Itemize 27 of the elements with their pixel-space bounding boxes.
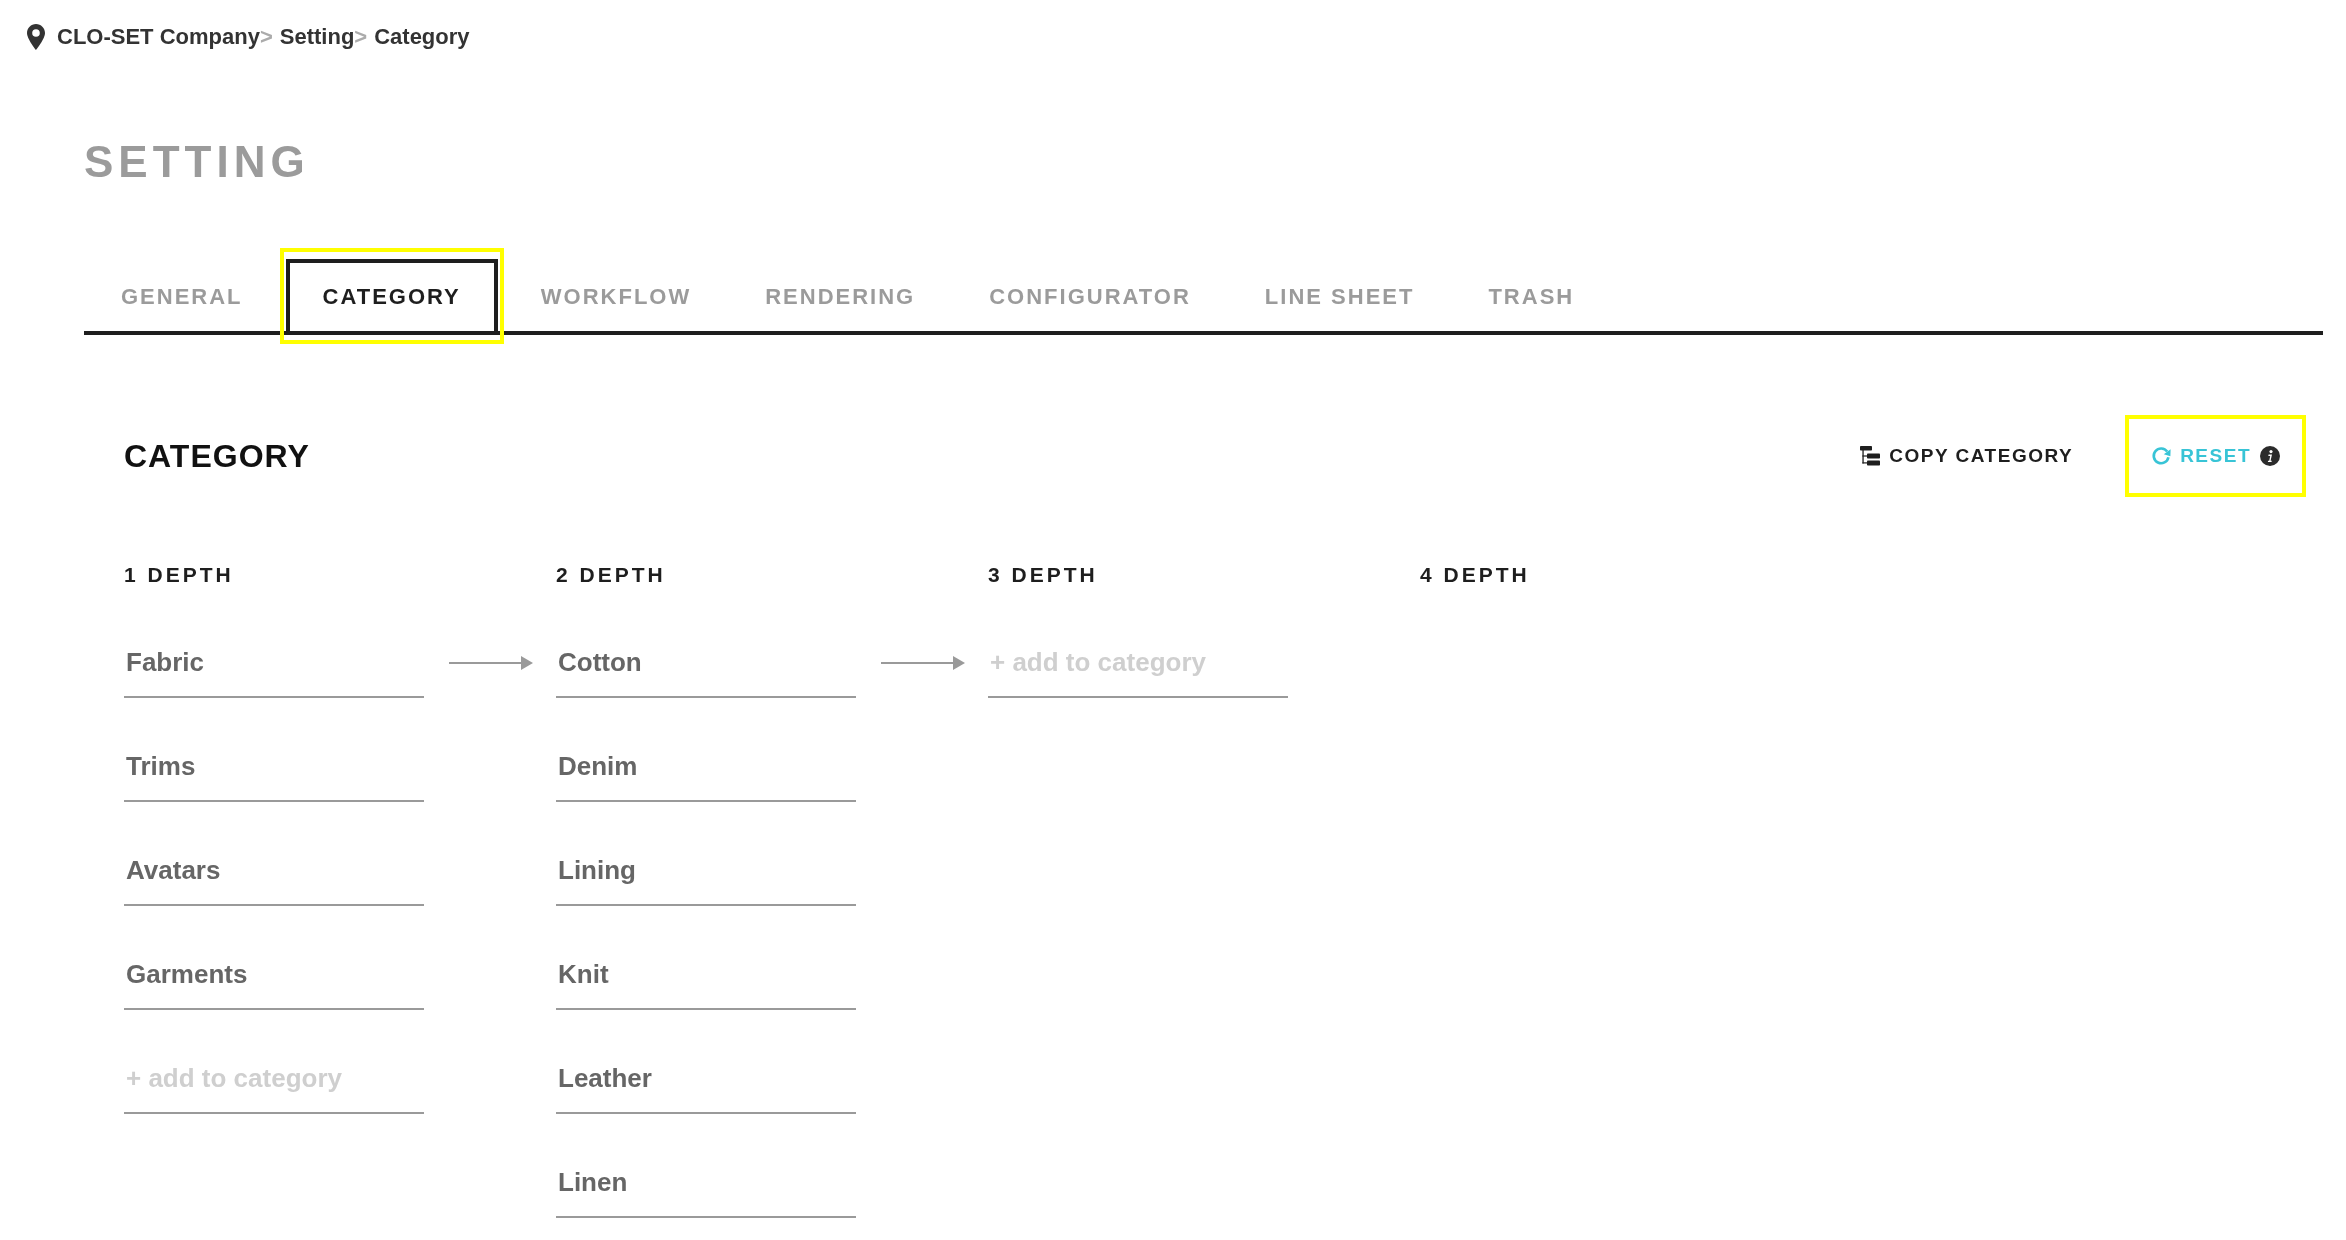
page-title: SETTING <box>84 136 310 188</box>
breadcrumb-link[interactable]: Setting <box>279 22 355 52</box>
column-header: 3 DEPTH <box>988 562 1098 588</box>
info-icon <box>2260 446 2280 466</box>
column-header: 1 DEPTH <box>124 562 234 588</box>
breadcrumb-link[interactable]: CLO-SET Company <box>57 22 260 52</box>
category-input[interactable]: Denim <box>556 732 856 802</box>
copy-category-button[interactable]: COPY CATEGORY <box>1852 439 2082 473</box>
category-input[interactable]: Cotton <box>556 628 856 698</box>
tab[interactable]: CATEGORY <box>285 259 498 331</box>
category-input[interactable]: Trims <box>124 732 424 802</box>
column-header: 2 DEPTH <box>556 562 666 588</box>
category-input[interactable]: Fabric <box>124 628 424 698</box>
category-input[interactable]: Knit <box>556 940 856 1010</box>
breadcrumb-link[interactable]: Category <box>374 22 470 52</box>
section-title: CATEGORY <box>124 437 310 476</box>
category-input[interactable]: Avatars <box>124 836 424 906</box>
tree-icon <box>1860 446 1881 466</box>
category-input[interactable]: Leather <box>556 1044 856 1114</box>
category-input[interactable]: Garments <box>124 940 424 1010</box>
map-pin-icon <box>27 24 45 50</box>
category-input[interactable]: Lining <box>556 836 856 906</box>
breadcrumb-separator: > <box>259 23 273 51</box>
breadcrumb-separator: > <box>354 23 368 51</box>
category-input[interactable]: Linen <box>556 1148 856 1218</box>
column-header: 4 DEPTH <box>1420 562 1530 588</box>
refresh-icon <box>2151 446 2172 466</box>
